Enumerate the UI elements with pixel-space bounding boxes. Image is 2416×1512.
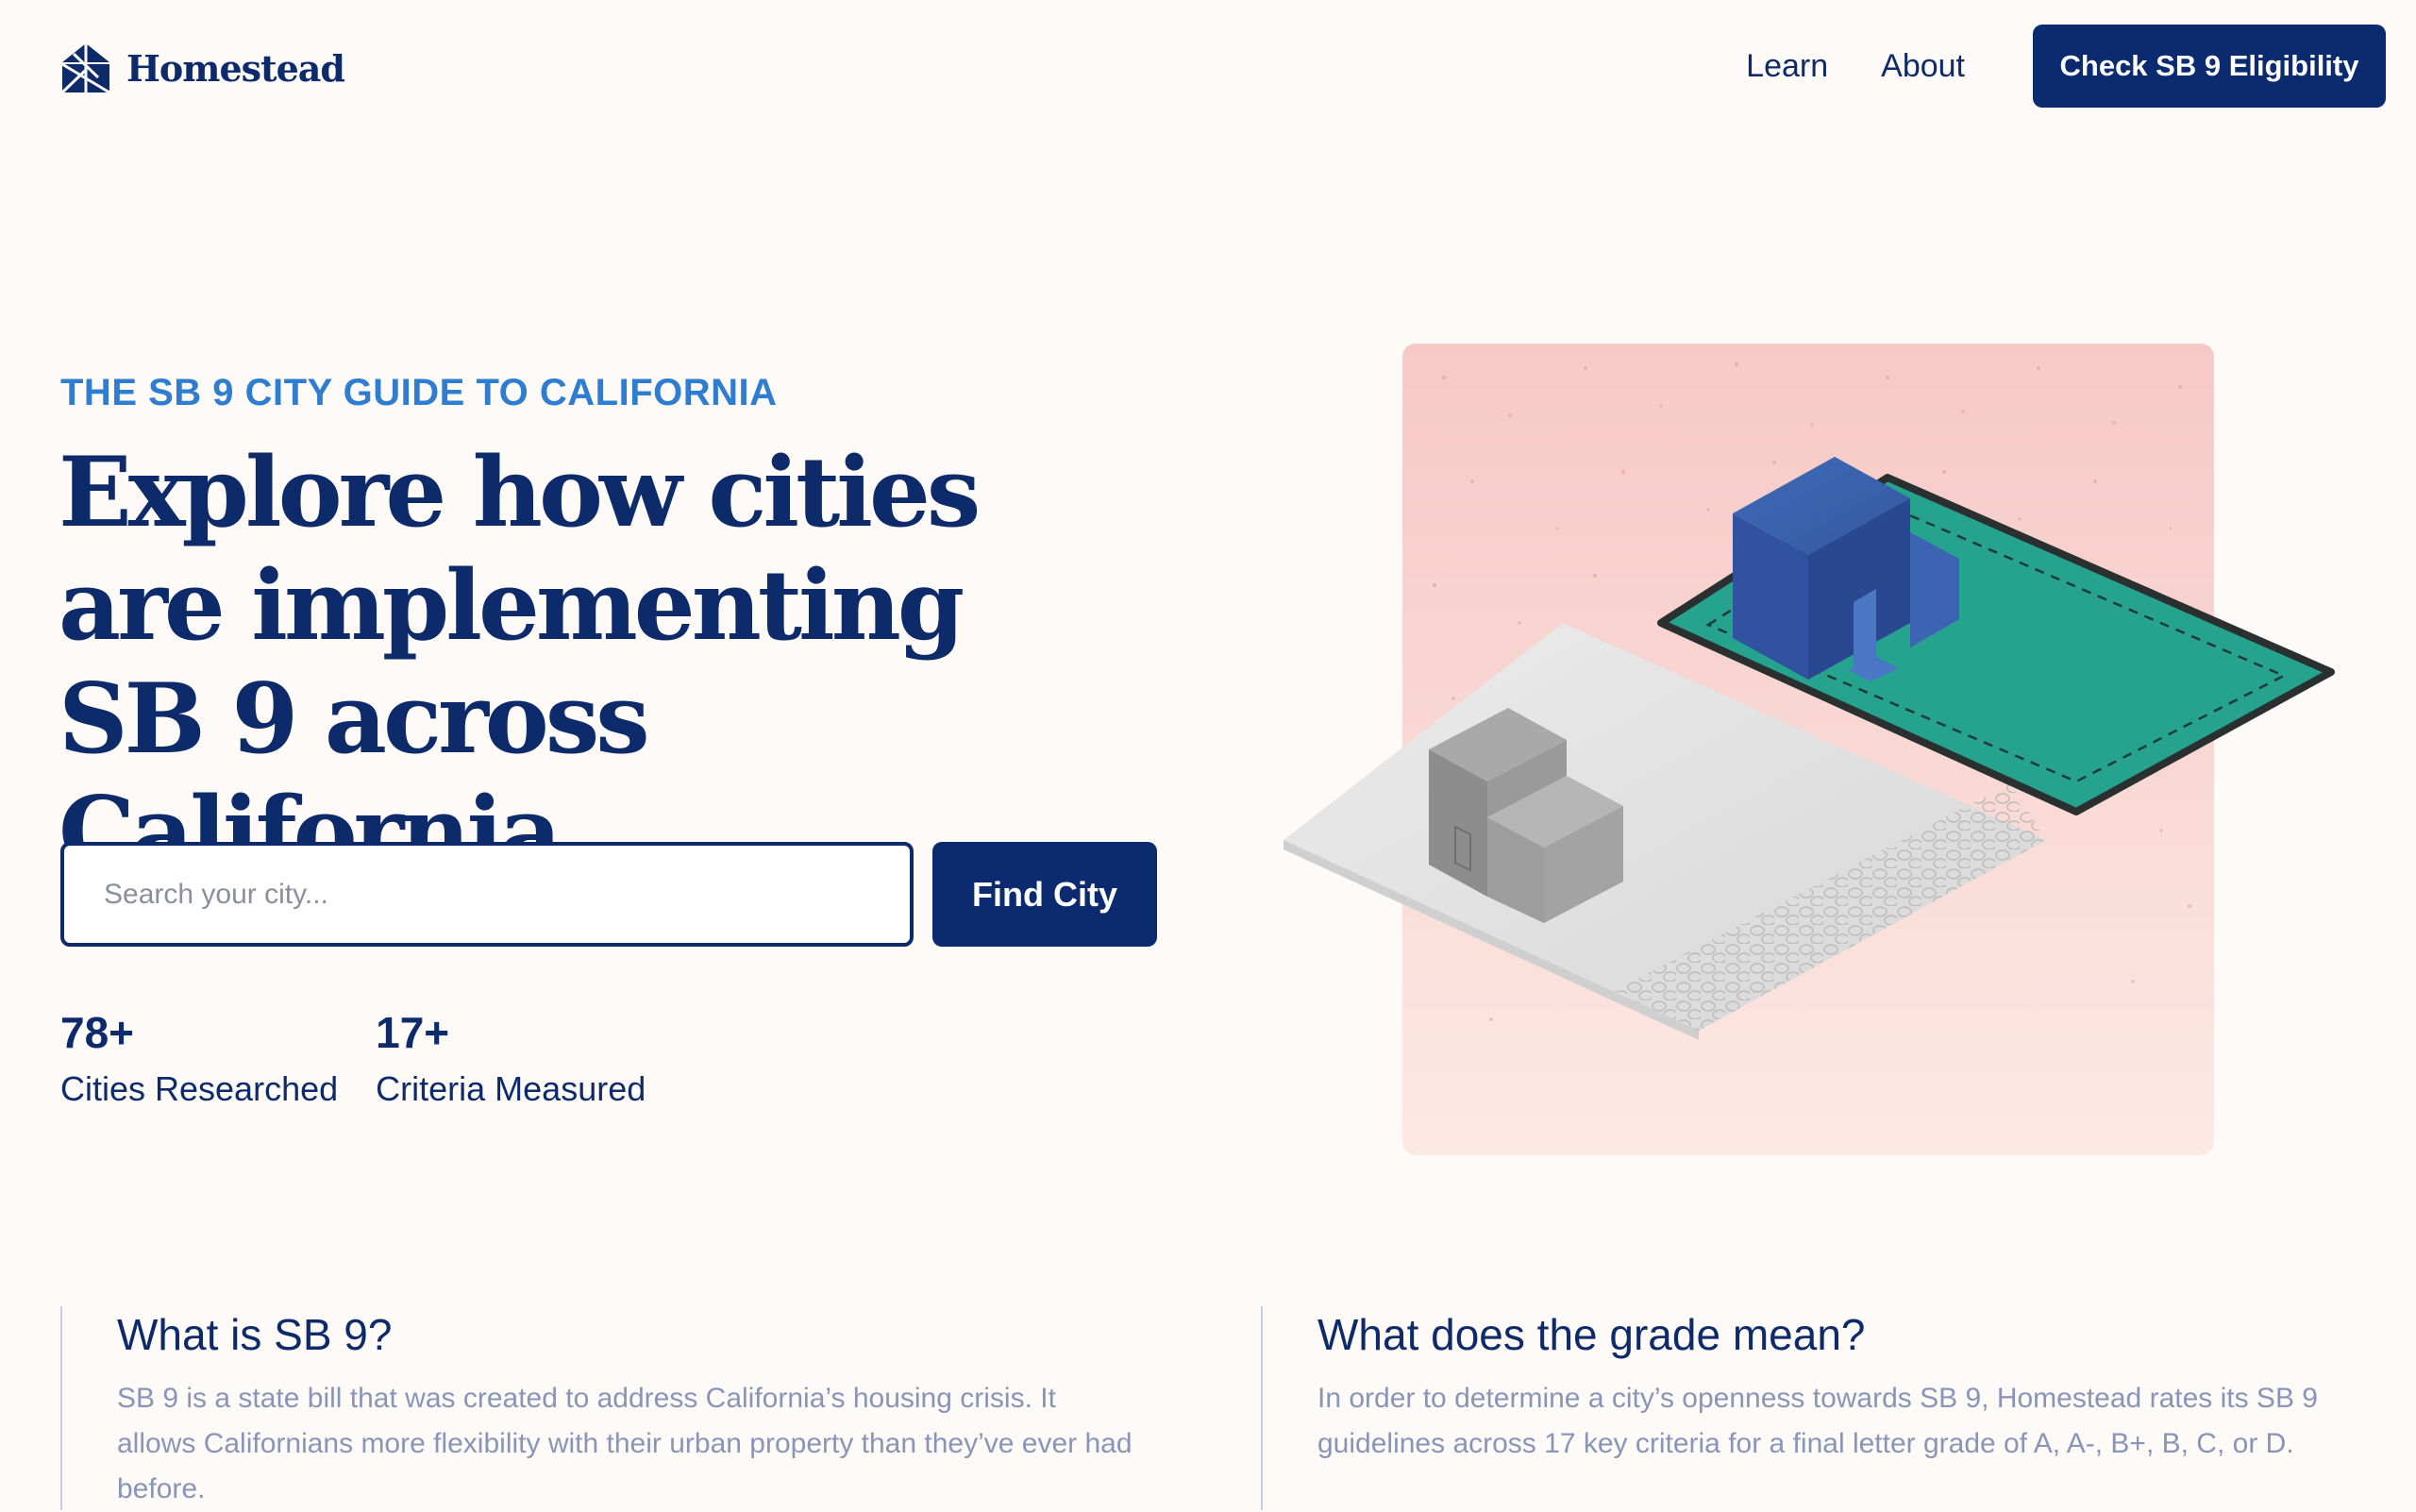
check-eligibility-button[interactable]: Check SB 9 Eligibility <box>2033 25 2386 108</box>
what-is-sb9-section: What is SB 9? SB 9 is a state bill that … <box>60 1306 1136 1510</box>
grade-meaning-title: What does the grade mean? <box>1317 1310 1866 1359</box>
main-nav: Learn About Check SB 9 Eligibility <box>1746 25 2386 108</box>
lot-split-illustration-image <box>1284 344 2335 1155</box>
grade-meaning-body: In order to determine a city’s openness … <box>1317 1383 2318 1459</box>
stat-criteria: 17+ Criteria Measured <box>376 1004 646 1112</box>
city-search-input[interactable] <box>60 842 914 947</box>
brand-name: Homestead <box>126 46 345 90</box>
nav-about-link[interactable]: About <box>1881 25 1965 108</box>
find-city-button[interactable]: Find City <box>932 842 1157 947</box>
grade-meaning-section: What does the grade mean? In order to de… <box>1261 1306 2384 1510</box>
city-search-form: Find City <box>60 842 1157 947</box>
homestead-logo-icon <box>60 43 110 94</box>
sb9-lot-illustration <box>1284 340 2340 1170</box>
hero-eyebrow: THE SB 9 CITY GUIDE TO CALIFORNIA <box>60 372 778 413</box>
what-is-sb9-title: What is SB 9? <box>117 1310 393 1359</box>
stat-cities: 78+ Cities Researched <box>60 1004 338 1112</box>
hero-stats: 78+ Cities Researched 17+ Criteria Measu… <box>60 1004 683 1112</box>
homestead-logo[interactable]: Homestead <box>59 42 345 94</box>
what-is-sb9-body: SB 9 is a state bill that was created to… <box>117 1383 1132 1504</box>
site-header: Homestead Learn About Check SB 9 Eligibi… <box>0 0 2416 132</box>
stat-label: Criteria Measured <box>376 1069 646 1108</box>
stat-value: 78+ <box>60 1008 135 1057</box>
stat-label: Cities Researched <box>60 1069 339 1108</box>
hero-headline: Explore how cities are implementing SB 9… <box>59 436 981 889</box>
stat-value: 17+ <box>376 1008 450 1057</box>
nav-learn-link[interactable]: Learn <box>1746 25 1828 108</box>
